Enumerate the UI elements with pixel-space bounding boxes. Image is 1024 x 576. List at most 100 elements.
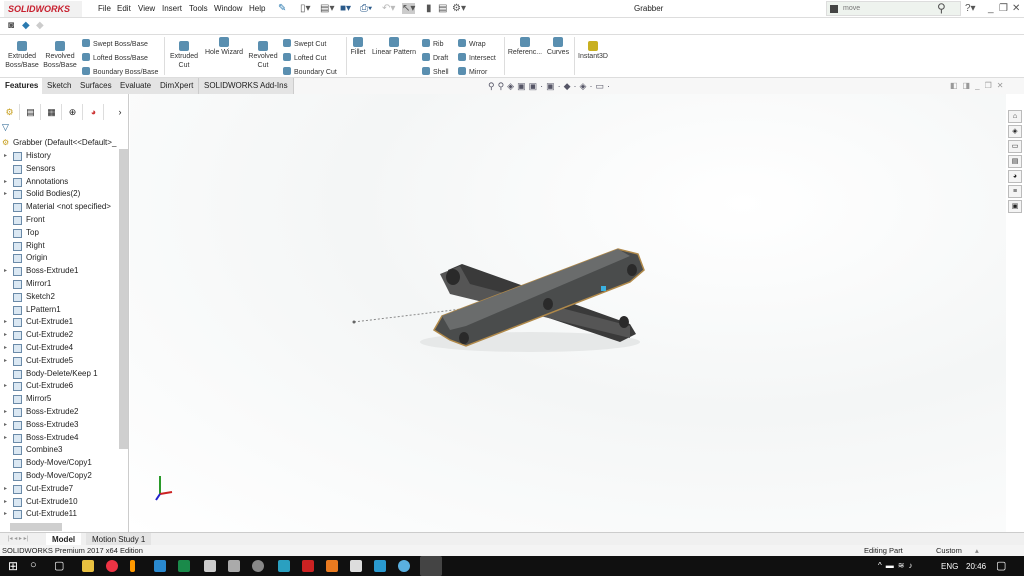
restore-icon[interactable]: ❐ bbox=[999, 3, 1008, 14]
filter-icon[interactable]: ▽ bbox=[2, 122, 9, 133]
expand-arrow-icon[interactable]: ▸ bbox=[4, 188, 7, 200]
app-icon[interactable] bbox=[278, 560, 290, 572]
tool-icon[interactable]: ◆ bbox=[22, 20, 30, 31]
close-icon[interactable]: ✕ bbox=[1012, 3, 1020, 14]
app-icon[interactable] bbox=[204, 560, 216, 572]
ccleaner-icon[interactable] bbox=[154, 560, 166, 572]
featuremanager-tab-icon[interactable]: ⚙ bbox=[0, 104, 20, 120]
home-icon[interactable]: ⌂ bbox=[1008, 110, 1022, 123]
notifications-icon[interactable]: ▢ bbox=[996, 559, 1006, 572]
app-icon[interactable] bbox=[350, 560, 362, 572]
wrap-button[interactable]: Wrap bbox=[458, 39, 486, 48]
curves-button[interactable]: Curves bbox=[545, 37, 571, 57]
expand-arrow-icon[interactable]: ▸ bbox=[4, 483, 7, 495]
heads-up-view-toolbar[interactable]: ⚲⚲◈▣▣·▣·◆·◈·▭· bbox=[488, 81, 613, 92]
app-icon[interactable] bbox=[228, 560, 240, 572]
chrome-icon[interactable] bbox=[106, 560, 118, 572]
draft-button[interactable]: Draft bbox=[422, 53, 448, 62]
swept-cut-button[interactable]: Swept Cut bbox=[283, 39, 326, 48]
reference-geometry-button[interactable]: Referenc... bbox=[507, 37, 543, 57]
save-icon[interactable]: ■▾ bbox=[340, 3, 351, 14]
expand-arrow-icon[interactable]: ▸ bbox=[4, 406, 7, 418]
app-icon[interactable] bbox=[302, 560, 314, 572]
resources-icon[interactable]: ◈ bbox=[1008, 125, 1022, 138]
extruded-cut-button[interactable]: Extruded Cut bbox=[168, 41, 200, 70]
lofted-boss-button[interactable]: Lofted Boss/Base bbox=[82, 53, 148, 62]
swept-boss-button[interactable]: Swept Boss/Base bbox=[82, 39, 148, 48]
camera-icon[interactable]: ◙ bbox=[8, 20, 14, 31]
open-icon[interactable]: ▤▾ bbox=[320, 3, 334, 14]
language-indicator[interactable]: ENG bbox=[941, 562, 958, 571]
tool-disabled-icon[interactable]: ◆ bbox=[36, 20, 44, 31]
app-icon[interactable] bbox=[326, 560, 338, 572]
tab-features[interactable]: Features bbox=[0, 78, 45, 94]
minimize-icon[interactable]: _ bbox=[988, 3, 994, 14]
propertymanager-tab-icon[interactable]: ▤ bbox=[21, 104, 41, 120]
graphics-viewport[interactable] bbox=[130, 94, 1006, 532]
skype-icon[interactable] bbox=[374, 560, 386, 572]
tab-dimxpert[interactable]: DimXpert bbox=[155, 78, 200, 94]
expand-arrow-icon[interactable]: ▸ bbox=[4, 508, 7, 520]
undo-icon[interactable]: ↶▾ bbox=[382, 3, 395, 14]
menu-file[interactable]: File bbox=[98, 4, 111, 13]
select-icon[interactable]: ↖▾ bbox=[402, 3, 416, 14]
mirror-button[interactable]: Mirror bbox=[458, 67, 487, 76]
help-icon[interactable]: ?▾ bbox=[965, 3, 976, 14]
app-icon[interactable] bbox=[398, 560, 410, 572]
menu-edit[interactable]: Edit bbox=[117, 4, 131, 13]
expand-arrow-icon[interactable]: ▸ bbox=[4, 150, 7, 162]
tab-sketch[interactable]: Sketch bbox=[42, 78, 78, 94]
expand-arrow-icon[interactable]: ▸ bbox=[4, 316, 7, 328]
tree-vertical-scrollbar[interactable] bbox=[119, 149, 128, 449]
menu-view[interactable]: View bbox=[138, 4, 155, 13]
intersect-button[interactable]: Intersect bbox=[458, 53, 496, 62]
tab-solidworks-add-ins[interactable]: SOLIDWORKS Add-Ins bbox=[199, 78, 294, 94]
extruded-boss-button[interactable]: Extruded Boss/Base bbox=[4, 41, 40, 70]
file-explorer-icon[interactable] bbox=[82, 560, 94, 572]
menu-tools[interactable]: Tools bbox=[189, 4, 208, 13]
menu-window[interactable]: Window bbox=[214, 4, 242, 13]
search-icon[interactable]: ⚲ bbox=[937, 1, 946, 15]
file-properties-icon[interactable]: ▤ bbox=[438, 3, 447, 14]
app-icon[interactable] bbox=[252, 560, 264, 572]
expand-arrow-icon[interactable]: ▸ bbox=[4, 432, 7, 444]
dimxpert-tab-icon[interactable]: ⊕ bbox=[63, 104, 83, 120]
viewport-window-controls[interactable]: ◧◨_❐✕ bbox=[950, 81, 1008, 90]
linear-pattern-button[interactable]: Linear Pattern bbox=[370, 37, 418, 57]
app-icon[interactable] bbox=[178, 560, 190, 572]
cortana-icon[interactable]: ○ bbox=[30, 559, 37, 571]
solidworks-logo[interactable]: SOLIDWORKS bbox=[4, 1, 82, 17]
expand-arrow-icon[interactable]: ▸ bbox=[4, 419, 7, 431]
units-dropdown-icon[interactable]: ▴ bbox=[975, 545, 979, 556]
tab-evaluate[interactable]: Evaluate bbox=[115, 78, 158, 94]
expand-arrow-icon[interactable]: ▸ bbox=[4, 329, 7, 341]
windows-start-icon[interactable]: ⊞ bbox=[8, 559, 18, 573]
rib-button[interactable]: Rib bbox=[422, 39, 444, 48]
custom-properties-icon[interactable]: ≡ bbox=[1008, 185, 1022, 198]
expand-arrow-icon[interactable]: ▸ bbox=[4, 355, 7, 367]
app-icon[interactable] bbox=[130, 560, 135, 572]
file-explorer-icon[interactable]: ▤ bbox=[1008, 155, 1022, 168]
expand-arrow-icon[interactable]: ▸ bbox=[4, 380, 7, 392]
tab-surfaces[interactable]: Surfaces bbox=[75, 78, 118, 94]
new-document-icon[interactable]: ▯▾ bbox=[300, 3, 311, 14]
rebuild-icon[interactable]: ▮ bbox=[426, 3, 432, 14]
revolved-cut-button[interactable]: Revolved Cut bbox=[247, 41, 279, 70]
appearances-icon[interactable]: ◕ bbox=[1008, 170, 1022, 183]
boundary-boss-button[interactable]: Boundary Boss/Base bbox=[82, 67, 158, 76]
menu-help[interactable]: Help bbox=[249, 4, 265, 13]
units-selector[interactable]: Custom bbox=[936, 545, 962, 556]
expand-arrow-icon[interactable]: ▸ bbox=[4, 496, 7, 508]
forum-icon[interactable]: ▣ bbox=[1008, 200, 1022, 213]
panel-tabs-more-icon[interactable]: › bbox=[110, 104, 130, 120]
expand-arrow-icon[interactable]: ▸ bbox=[4, 265, 7, 277]
boundary-cut-button[interactable]: Boundary Cut bbox=[283, 67, 337, 76]
tray-icons[interactable]: ^▬≋♪ bbox=[878, 561, 916, 570]
clock[interactable]: 20:46 bbox=[966, 562, 986, 571]
shell-button[interactable]: Shell bbox=[422, 67, 449, 76]
solidworks-taskbar-icon[interactable] bbox=[420, 556, 442, 576]
lofted-cut-button[interactable]: Lofted Cut bbox=[283, 53, 326, 62]
configurationmanager-tab-icon[interactable]: ▦ bbox=[42, 104, 62, 120]
expand-arrow-icon[interactable]: ▸ bbox=[4, 342, 7, 354]
display-manager-tab-icon[interactable]: ◕ bbox=[84, 104, 104, 120]
